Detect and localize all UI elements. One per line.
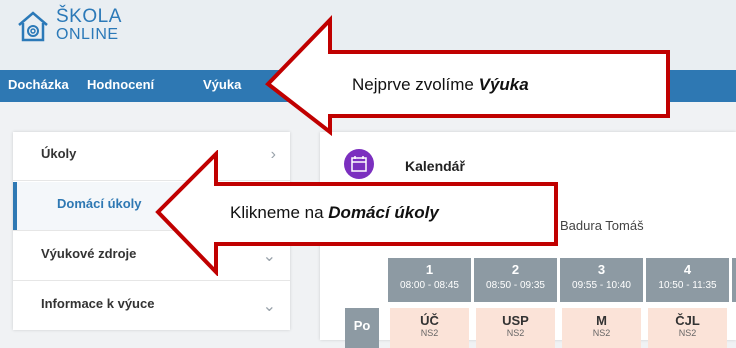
annotation-text-domaci-ukoly: Klikneme na Domácí úkoly: [230, 203, 439, 222]
logo-line-1: ŠKOLA: [56, 6, 122, 27]
subject: ÚČ: [420, 313, 439, 328]
lesson-number: 4: [683, 262, 692, 277]
room: NS2: [420, 328, 439, 338]
day-label: Po: [345, 308, 379, 348]
lesson-cell[interactable]: ÚČ NS2: [390, 308, 469, 348]
lesson-time: 08:00 - 08:45: [400, 280, 459, 291]
lesson-header: 4 10:50 - 11:35: [646, 258, 729, 302]
room: NS2: [506, 328, 525, 338]
nav-hodnoceni[interactable]: Hodnocení: [87, 77, 154, 92]
lesson-time: 08:50 - 09:35: [486, 280, 545, 291]
active-indicator: [13, 182, 17, 230]
lesson-number: 3: [597, 262, 606, 277]
app-logo[interactable]: ŠKOLA ONLINE: [16, 6, 122, 44]
subject: USP: [502, 313, 529, 328]
sidebar-item-label: Domácí úkoly: [57, 196, 142, 211]
sidebar-item-label: Výukové zdroje: [41, 246, 137, 261]
subject: ČJL: [675, 313, 700, 328]
lesson-cell[interactable]: ČJL NS2: [648, 308, 727, 348]
room: NS2: [592, 328, 611, 338]
lesson-time: 09:55 - 10:40: [572, 280, 631, 291]
lesson-header: 3 09:55 - 10:40: [560, 258, 643, 302]
house-at-icon: [18, 11, 48, 42]
subject: M: [596, 313, 607, 328]
lesson-time: 10:50 - 11:35: [658, 280, 717, 291]
sidebar-item-informace[interactable]: Informace k výuce ⌄: [13, 282, 290, 330]
chevron-down-icon: ⌄: [262, 298, 276, 315]
sidebar-item-label: Úkoly: [41, 146, 77, 161]
nav-vyuka[interactable]: Výuka: [203, 77, 241, 92]
annotation-text-vyuka: Nejprve zvolíme Výuka: [352, 75, 529, 94]
lesson-header: [732, 258, 736, 302]
teacher-name: Badura Tomáš: [560, 218, 644, 233]
lesson-cell[interactable]: M NS2: [562, 308, 641, 348]
nav-dochazka[interactable]: Docházka: [8, 77, 69, 92]
sidebar-item-label: Informace k výuce: [41, 296, 155, 311]
room: NS2: [678, 328, 697, 338]
lesson-cell[interactable]: USP NS2: [476, 308, 555, 348]
logo-line-2: ONLINE: [56, 26, 119, 43]
